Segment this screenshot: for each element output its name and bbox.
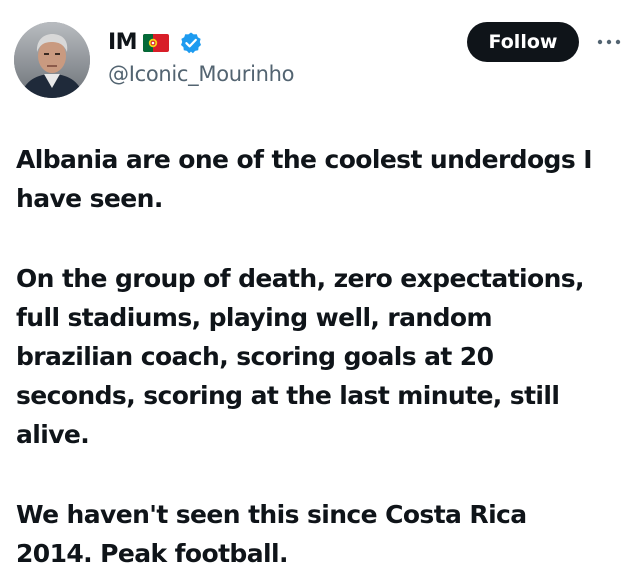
tweet-text-line: Albania are one of the coolest underdogs… (16, 145, 593, 174)
verified-badge-icon (179, 31, 203, 55)
tweet-paragraph: On the group of death, zero expectations… (16, 259, 624, 454)
avatar[interactable] (14, 22, 90, 98)
author-display-name[interactable]: IM (108, 28, 138, 58)
tweet-text-line: On the group of death, zero expectations… (16, 264, 585, 293)
more-options-button[interactable] (594, 34, 624, 50)
tweet-paragraph: Albania are one of the coolest underdogs… (16, 140, 624, 218)
tweet-paragraph: We haven't seen this since Costa Rica 20… (16, 495, 624, 573)
tweet-text-line: We haven't seen this since Costa Rica (16, 500, 527, 529)
tweet-text-line: have seen. (16, 184, 163, 213)
tweet-text: Albania are one of the coolest underdogs… (16, 140, 624, 573)
author-handle[interactable]: @Iconic_Mourinho (108, 60, 295, 88)
tweet-text-line: brazilian coach, scoring goals at 20 (16, 342, 494, 371)
author-name-row: IM (108, 28, 203, 58)
tweet-text-line: 2014. Peak football. (16, 539, 288, 568)
follow-button[interactable]: Follow (467, 22, 579, 62)
portugal-flag-icon (143, 34, 170, 52)
tweet-text-line: alive. (16, 420, 90, 449)
tweet-card: IM @Iconic_Mourinho Follow Albania are o… (0, 0, 640, 584)
tweet-text-line: full stadiums, playing well, random (16, 303, 493, 332)
tweet-text-line: seconds, scoring at the last minute, sti… (16, 381, 560, 410)
profile-photo (14, 22, 90, 98)
more-icon (597, 39, 621, 45)
